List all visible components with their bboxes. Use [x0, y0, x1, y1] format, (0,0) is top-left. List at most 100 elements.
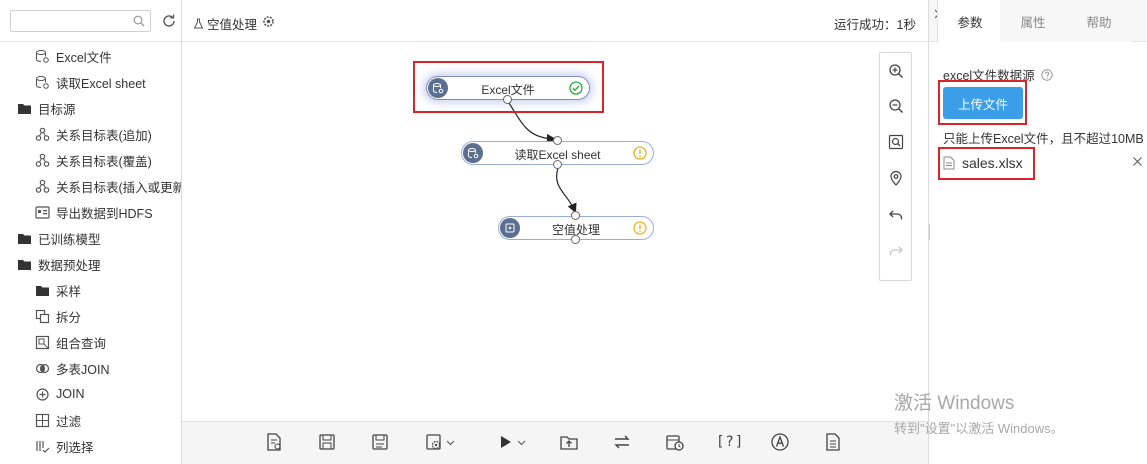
- sidebar-item-label: 关系目标表(覆盖): [56, 154, 152, 169]
- node-null-handling[interactable]: 空值处理: [498, 211, 654, 244]
- sidebar-item-label: 采样: [56, 284, 82, 299]
- sidebar-item[interactable]: 组合查询: [0, 329, 181, 355]
- highlight-box: [938, 80, 1027, 125]
- sidebar-item-label: 拆分: [56, 310, 82, 325]
- sidebar-item-label: 关系目标表(追加): [56, 128, 152, 143]
- sidebar-item[interactable]: 列选择: [0, 433, 181, 459]
- column-select-icon: [35, 439, 50, 454]
- save-icon[interactable]: [317, 431, 337, 453]
- relation-icon: [35, 153, 50, 168]
- workflow-editor: 空值处理 运行成功：1秒 Excel文件 读取Excel sheet 空值处理 …: [182, 0, 928, 464]
- sidebar-item-label: 列选择: [56, 440, 94, 455]
- folder-icon: [17, 257, 32, 272]
- sidebar-item-label: 导出数据到HDFS: [56, 206, 153, 221]
- filter-icon: [35, 413, 50, 428]
- sidebar-item[interactable]: 拆分: [0, 303, 181, 329]
- publish-icon[interactable]: [559, 431, 579, 453]
- sidebar-item-label: 关系目标表(插入或更新): [56, 180, 182, 195]
- help-text: [?]: [716, 434, 745, 450]
- zoom-out-icon[interactable]: [888, 98, 904, 114]
- tab-help[interactable]: 帮助: [1066, 0, 1132, 42]
- undo-icon[interactable]: [888, 207, 904, 223]
- sidebar-item[interactable]: 关系目标表(追加): [0, 121, 181, 147]
- relation-icon: [35, 127, 50, 142]
- new-flow-icon[interactable]: [264, 431, 284, 453]
- workflow-canvas[interactable]: Excel文件 读取Excel sheet 空值处理: [182, 43, 928, 421]
- warning-circle-icon: [633, 146, 647, 160]
- sidebar-item-label: 组合查询: [56, 336, 107, 351]
- help-circle-icon[interactable]: [1040, 68, 1053, 81]
- sync-icon[interactable]: [612, 431, 632, 453]
- highlight-box: [413, 61, 604, 113]
- upload-hint: 只能上传Excel文件，且不超过10MB: [943, 132, 1144, 146]
- settings-doc-icon: [426, 434, 441, 450]
- multi-join-icon: [35, 361, 50, 376]
- save-as-icon[interactable]: [370, 431, 390, 453]
- zoom-in-icon[interactable]: [888, 63, 904, 79]
- chevron-down-icon: [446, 440, 455, 445]
- tab-properties[interactable]: 属性: [1000, 0, 1066, 42]
- sidebar-item-label: 过滤: [56, 414, 82, 429]
- schedule-icon[interactable]: [665, 431, 685, 453]
- resize-handle[interactable]: [929, 224, 931, 240]
- join-icon: [35, 387, 50, 402]
- sidebar-item[interactable]: 读取Excel sheet: [0, 69, 181, 95]
- locate-icon[interactable]: [888, 170, 904, 186]
- bottom-toolbar: [?]: [182, 421, 928, 464]
- play-icon: [501, 436, 511, 448]
- editor-header: 空值处理 运行成功：1秒: [182, 0, 928, 42]
- gear-icon[interactable]: [262, 15, 275, 28]
- sidebar-item[interactable]: 导出数据到HDFS: [0, 199, 181, 225]
- warning-circle-icon: [633, 221, 647, 235]
- flask-icon: [193, 18, 204, 29]
- sidebar-item[interactable]: 已训练模型: [0, 225, 181, 251]
- component-sidebar: Excel文件读取Excel sheet 目标源关系目标表(追加) 关系目标表(覆盖…: [0, 0, 182, 464]
- run-status: 运行成功：1秒: [834, 18, 916, 32]
- run-dropdown[interactable]: [495, 431, 526, 453]
- output-port[interactable]: [553, 160, 562, 169]
- sidebar-item[interactable]: 目标源: [0, 95, 181, 121]
- sidebar-item[interactable]: 过滤: [0, 407, 181, 433]
- component-search-box[interactable]: [10, 10, 151, 32]
- folder-icon: [17, 231, 32, 246]
- sidebar-item-label: Excel文件: [56, 50, 112, 65]
- combine-icon: [35, 335, 50, 350]
- folder-icon: [35, 283, 50, 298]
- node-read-excel-sheet[interactable]: 读取Excel sheet: [461, 136, 654, 169]
- sidebar-item[interactable]: 关系目标表(插入或更新): [0, 173, 182, 199]
- panel-tabs: 参数 属性 帮助: [929, 0, 1147, 43]
- sidebar-item-label: 多表JOIN: [56, 362, 110, 377]
- flow-title-text: 空值处理: [207, 18, 258, 32]
- sidebar-item-label: 目标源: [38, 102, 76, 117]
- config-dropdown[interactable]: [424, 431, 455, 453]
- font-icon[interactable]: [770, 431, 790, 453]
- excel-db-icon: [35, 49, 50, 64]
- sidebar-item[interactable]: Excel文件: [0, 43, 181, 69]
- folder-icon: [17, 101, 32, 116]
- close-icon[interactable]: [1132, 156, 1143, 167]
- excel-db-icon: [35, 75, 50, 90]
- sidebar-item-label: 读取Excel sheet: [56, 76, 146, 91]
- tab-params[interactable]: 参数: [937, 0, 1003, 43]
- output-port[interactable]: [571, 235, 580, 244]
- hdfs-icon: [35, 205, 50, 220]
- sidebar-item[interactable]: 关系目标表(覆盖): [0, 147, 181, 173]
- fit-view-icon[interactable]: [888, 134, 904, 150]
- log-icon[interactable]: [823, 431, 843, 453]
- component-tree: Excel文件读取Excel sheet 目标源关系目标表(追加) 关系目标表(覆盖…: [0, 43, 182, 459]
- input-port[interactable]: [571, 211, 580, 220]
- input-port[interactable]: [553, 136, 562, 145]
- null-process-icon: [500, 218, 520, 238]
- redo-icon[interactable]: [888, 243, 904, 259]
- edge-read-to-null: [556, 167, 577, 214]
- help-button[interactable]: [?]: [716, 431, 744, 453]
- refresh-icon[interactable]: [161, 13, 177, 29]
- search-icon[interactable]: [133, 15, 145, 27]
- component-search-input[interactable]: [11, 11, 127, 31]
- sidebar-item[interactable]: JOIN: [0, 381, 181, 407]
- sidebar-item[interactable]: 采样: [0, 277, 181, 303]
- sidebar-item[interactable]: 数据预处理: [0, 251, 181, 277]
- sidebar-item-label: 已训练模型: [38, 232, 101, 247]
- highlight-box: [938, 147, 1035, 180]
- sidebar-item[interactable]: 多表JOIN: [0, 355, 181, 381]
